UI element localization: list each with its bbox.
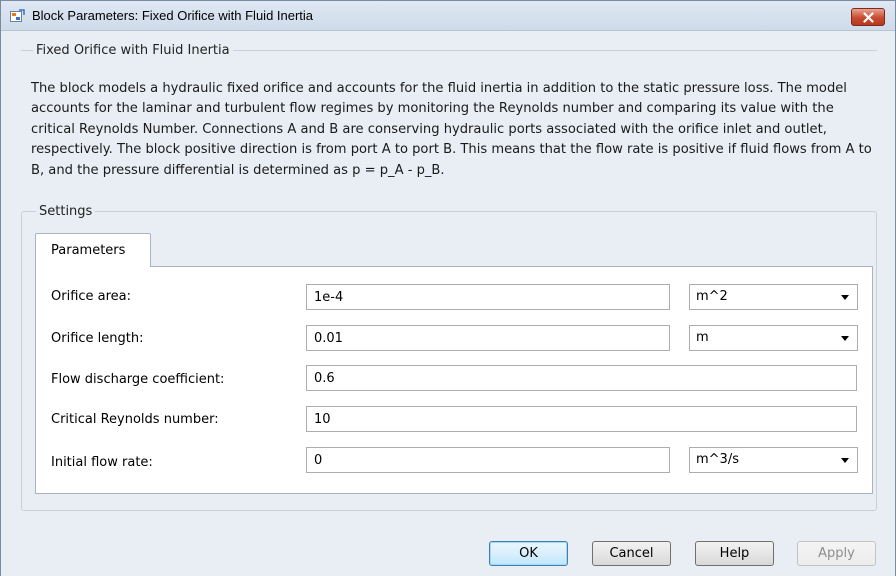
orifice-area-field[interactable] [306, 284, 670, 310]
orifice-area-unit-select[interactable]: m^2 [689, 284, 858, 310]
tab-parameters-label: Parameters [51, 243, 126, 258]
orifice-length-field[interactable] [306, 325, 670, 351]
initial-flow-rate-unit-select[interactable]: m^3/s [689, 447, 858, 473]
window-title: Block Parameters: Fixed Orifice with Flu… [32, 8, 314, 23]
settings-label: Settings [36, 204, 96, 219]
orifice-length-label: Orifice length: [51, 331, 144, 346]
critical-reynolds-number-label: Critical Reynolds number: [51, 412, 219, 427]
cancel-button[interactable]: Cancel [592, 541, 671, 566]
block-description: The block models a hydraulic fixed orifi… [31, 81, 872, 178]
chevron-down-icon [841, 336, 849, 341]
title-bar[interactable]: Block Parameters: Fixed Orifice with Flu… [1, 1, 895, 31]
initial-flow-rate-label: Initial flow rate: [51, 455, 153, 470]
dialog-window: Block Parameters: Fixed Orifice with Flu… [0, 0, 896, 576]
simulink-block-icon [10, 9, 25, 23]
initial-flow-rate-field[interactable] [306, 447, 670, 473]
orifice-area-label: Orifice area: [51, 289, 132, 304]
apply-button[interactable]: Apply [797, 541, 876, 566]
chevron-down-icon [841, 295, 849, 300]
initial-flow-rate-unit: m^3/s [696, 452, 739, 467]
chevron-down-icon [841, 458, 849, 463]
close-button[interactable] [851, 8, 885, 26]
orifice-area-unit: m^2 [696, 289, 728, 304]
tab-parameters[interactable]: Parameters [35, 233, 151, 267]
flow-discharge-coefficient-label: Flow discharge coefficient: [51, 372, 225, 387]
critical-reynolds-number-field[interactable] [306, 406, 857, 432]
ok-button[interactable]: OK [489, 541, 568, 566]
orifice-length-unit: m [696, 330, 709, 345]
flow-discharge-coefficient-field[interactable] [306, 365, 857, 391]
close-icon [863, 12, 874, 23]
help-button[interactable]: Help [695, 541, 774, 566]
block-group-title: Fixed Orifice with Fluid Inertia [33, 43, 233, 58]
orifice-length-unit-select[interactable]: m [689, 325, 858, 351]
